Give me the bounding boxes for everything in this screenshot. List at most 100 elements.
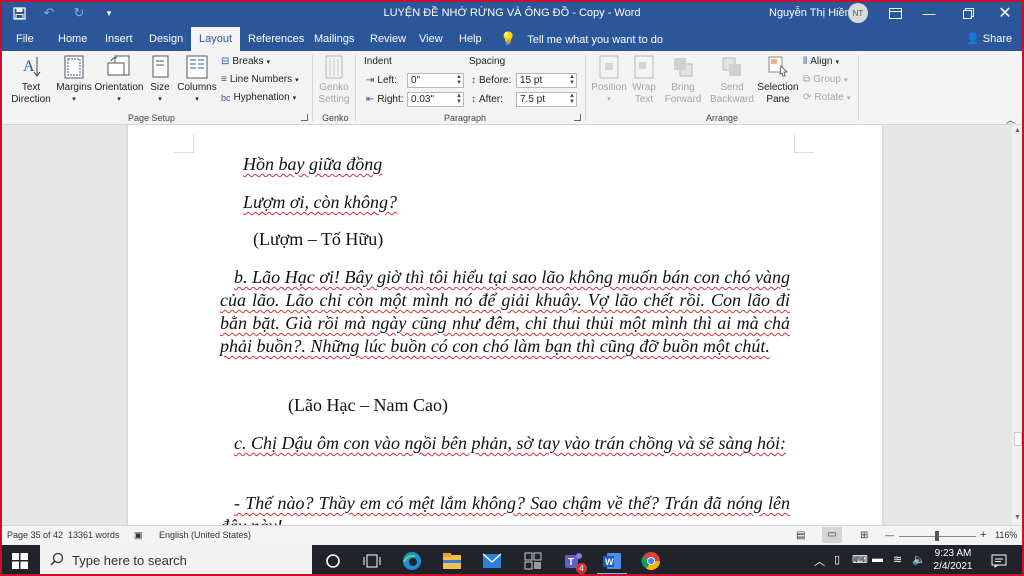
user-name[interactable]: Nguyễn Thị Hiền [769, 7, 851, 19]
chevron-down-icon: ▾ [843, 76, 848, 84]
word-icon[interactable]: W [601, 550, 623, 572]
notification-icon[interactable] [988, 550, 1010, 572]
cortana-icon[interactable] [322, 550, 344, 572]
scroll-up-icon[interactable]: ▲ [1014, 127, 1021, 134]
task-view-icon[interactable] [361, 550, 383, 572]
web-layout-icon[interactable]: ⊞ [860, 530, 868, 541]
indent-right-input[interactable]: 0.03" ▲ ▼ [407, 92, 464, 107]
text-direction-icon: A [19, 55, 43, 79]
selection-pane-label-1: Selection [757, 82, 799, 93]
word-count[interactable]: 13361 words [68, 530, 120, 540]
wrap-text-label-1: Wrap [632, 82, 656, 93]
file-explorer-icon[interactable] [441, 550, 463, 572]
tab-layout[interactable]: Layout [191, 27, 241, 51]
text-direction-button[interactable]: A Text Direction [8, 55, 54, 106]
selection-pane-button[interactable]: Selection Pane [757, 55, 799, 106]
chrome-icon[interactable] [640, 550, 662, 572]
document-title: LUYỆN ĐỀ NHỚ RỪNG VÀ ÔNG ĐỒ - Copy - Wor… [383, 7, 641, 19]
tab-references[interactable]: References [244, 27, 308, 51]
send-backward-button[interactable]: Send Backward [708, 55, 756, 106]
wifi-icon[interactable]: ≋ [893, 553, 902, 566]
paragraph-group-label: Paragraph [444, 113, 487, 123]
selection-pane-icon [766, 55, 790, 79]
restore-icon[interactable] [957, 3, 979, 23]
chevron-down-icon: ▾ [158, 96, 162, 103]
indent-left-label: ⇥ Left: [366, 75, 397, 86]
scrollbar-thumb[interactable] [1014, 432, 1022, 446]
scroll-down-icon[interactable]: ▼ [1014, 514, 1021, 521]
wrap-text-button[interactable]: Wrap Text [629, 55, 659, 106]
share-button[interactable]: 👤 Share [966, 27, 1012, 51]
orientation-button[interactable]: Orientation ▾ [94, 55, 144, 106]
windows-start-icon[interactable] [9, 550, 31, 572]
vertical-scrollbar[interactable]: ▲ ▼ [1012, 125, 1024, 525]
poem-line: Lượm ơi, còn không? [243, 192, 397, 213]
keyboard-icon[interactable]: ⌨ [852, 553, 868, 566]
print-layout-icon[interactable]: ▭ [822, 527, 842, 543]
spinner-arrows-icon[interactable]: ▲ ▼ [456, 93, 462, 105]
tell-me-search[interactable]: 💡 Tell me what you want to do [500, 27, 663, 51]
group-icon: ⧉ [803, 74, 811, 85]
spinner-arrows-icon[interactable]: ▲ ▼ [456, 74, 462, 86]
tablet-icon[interactable]: ▯ [834, 553, 840, 566]
spacing-before-input[interactable]: 15 pt ▲ ▼ [516, 73, 577, 88]
read-mode-icon[interactable]: ▤ [796, 530, 805, 541]
show-hidden-icons-icon[interactable]: ︿ [814, 553, 825, 569]
spinner-arrows-icon[interactable]: ▲ ▼ [569, 74, 575, 86]
ribbon-tabs: File Home Insert Design Layout Reference… [0, 27, 1024, 51]
proofing-icon[interactable]: ▣ [134, 530, 143, 541]
bring-forward-button[interactable]: Bring Forward [660, 55, 706, 106]
mail-icon[interactable] [481, 550, 503, 572]
chevron-down-icon: ▾ [607, 96, 611, 103]
breaks-button[interactable]: ⊟ Breaks ▾ [221, 56, 270, 67]
line-numbers-icon: ≡ [221, 74, 227, 85]
tab-insert[interactable]: Insert [101, 27, 137, 51]
margins-button[interactable]: Margins ▾ [54, 55, 94, 106]
tab-help[interactable]: Help [455, 27, 486, 51]
language[interactable]: English (United States) [159, 530, 251, 540]
page-count[interactable]: Page 35 of 42 [7, 530, 63, 540]
system-clock[interactable]: 9:23 AM 2/4/2021 [930, 547, 976, 573]
spacing-after-input[interactable]: 7.5 pt ▲ ▼ [516, 92, 577, 107]
taskbar-search-box[interactable]: Type here to search [40, 545, 312, 576]
snip-tool-icon[interactable] [522, 550, 544, 572]
zoom-in-icon[interactable]: + [980, 529, 986, 541]
title-bar: ↶ ↻ ▾ LUYỆN ĐỀ NHỚ RỪNG VÀ ÔNG ĐỒ - Copy… [0, 0, 1024, 27]
close-icon[interactable]: ✕ [994, 3, 1016, 23]
group-button[interactable]: ⧉ Group ▾ [803, 74, 847, 85]
columns-button[interactable]: Columns ▾ [176, 55, 218, 106]
chevron-down-icon: ▾ [266, 58, 271, 66]
battery-icon[interactable]: ▬ [872, 553, 883, 565]
tab-mailings[interactable]: Mailings [310, 27, 358, 51]
zoom-out-icon[interactable]: — [885, 530, 894, 540]
tab-file[interactable]: File [12, 27, 38, 51]
minimize-icon[interactable]: — [918, 3, 940, 23]
svg-text:T: T [568, 557, 574, 568]
hyphenation-button[interactable]: bc Hyphenation ▾ [221, 92, 296, 103]
tab-review[interactable]: Review [366, 27, 410, 51]
size-button[interactable]: Size ▾ [146, 55, 174, 106]
rotate-button[interactable]: ⟳ Rotate ▾ [803, 92, 850, 103]
line-numbers-button[interactable]: ≡ Line Numbers ▾ [221, 74, 299, 85]
position-button[interactable]: Position ▾ [589, 55, 629, 106]
genko-setting-button[interactable]: Genko Setting [316, 55, 352, 106]
tab-design[interactable]: Design [145, 27, 187, 51]
ribbon-display-options-icon[interactable] [884, 3, 906, 23]
zoom-slider-thumb[interactable] [935, 531, 939, 541]
spacing-before-label: ↕ Before: [471, 75, 511, 86]
tab-home[interactable]: Home [54, 27, 91, 51]
zoom-level[interactable]: 116% [995, 530, 1017, 540]
spinner-arrows-icon[interactable]: ▲ ▼ [569, 93, 575, 105]
search-placeholder: Type here to search [72, 553, 187, 568]
align-button[interactable]: ⫴ Align ▾ [803, 56, 839, 67]
tab-view[interactable]: View [415, 27, 447, 51]
spacing-after-label: ↕ After: [471, 94, 503, 105]
avatar[interactable]: NT [848, 3, 868, 23]
volume-icon[interactable]: 🔈 [912, 553, 926, 566]
edge-icon[interactable] [401, 550, 423, 572]
teams-icon[interactable]: T 4 [562, 550, 587, 574]
indent-left-input[interactable]: 0" ▲ ▼ [407, 73, 464, 88]
paragraph-launcher-icon[interactable] [574, 114, 581, 121]
page-setup-launcher-icon[interactable] [301, 114, 308, 121]
document-page[interactable]: Hồn bay giữa đồng Lượm ơi, còn không? (L… [128, 125, 882, 525]
